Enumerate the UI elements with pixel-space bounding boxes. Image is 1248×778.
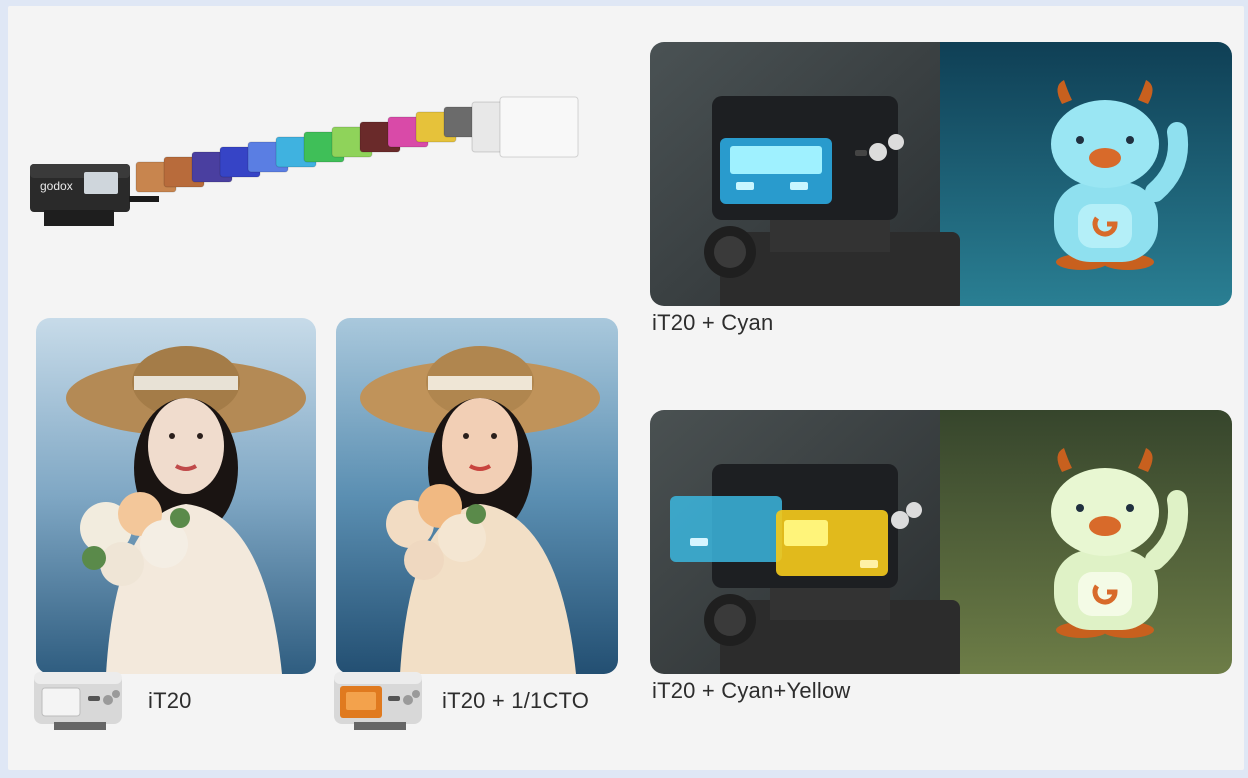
cyan-yellow-demo-image	[650, 410, 1232, 674]
flash-logo-text: godox	[40, 179, 73, 193]
caption-cyan: iT20 + Cyan	[652, 310, 774, 335]
gel-filter-strip-image: godox	[24, 92, 634, 242]
caption-cyan-yellow: iT20 + Cyan+Yellow	[652, 678, 851, 703]
it20-device-icon	[34, 672, 122, 730]
gel-filters: godox	[30, 96, 579, 226]
gel-filter-14	[499, 96, 579, 158]
caption-it20: iT20	[148, 688, 192, 713]
product-showcase: godox iT20 + Cyan iT20 + Cyan+Yellow iT2…	[8, 6, 1244, 770]
cyan-demo-image	[650, 42, 1232, 306]
it20-cto-device-icon	[334, 672, 422, 730]
portrait-it20-image	[36, 318, 316, 674]
caption-cto: iT20 + 1/1CTO	[442, 688, 590, 713]
portrait-cto-image	[336, 318, 618, 674]
